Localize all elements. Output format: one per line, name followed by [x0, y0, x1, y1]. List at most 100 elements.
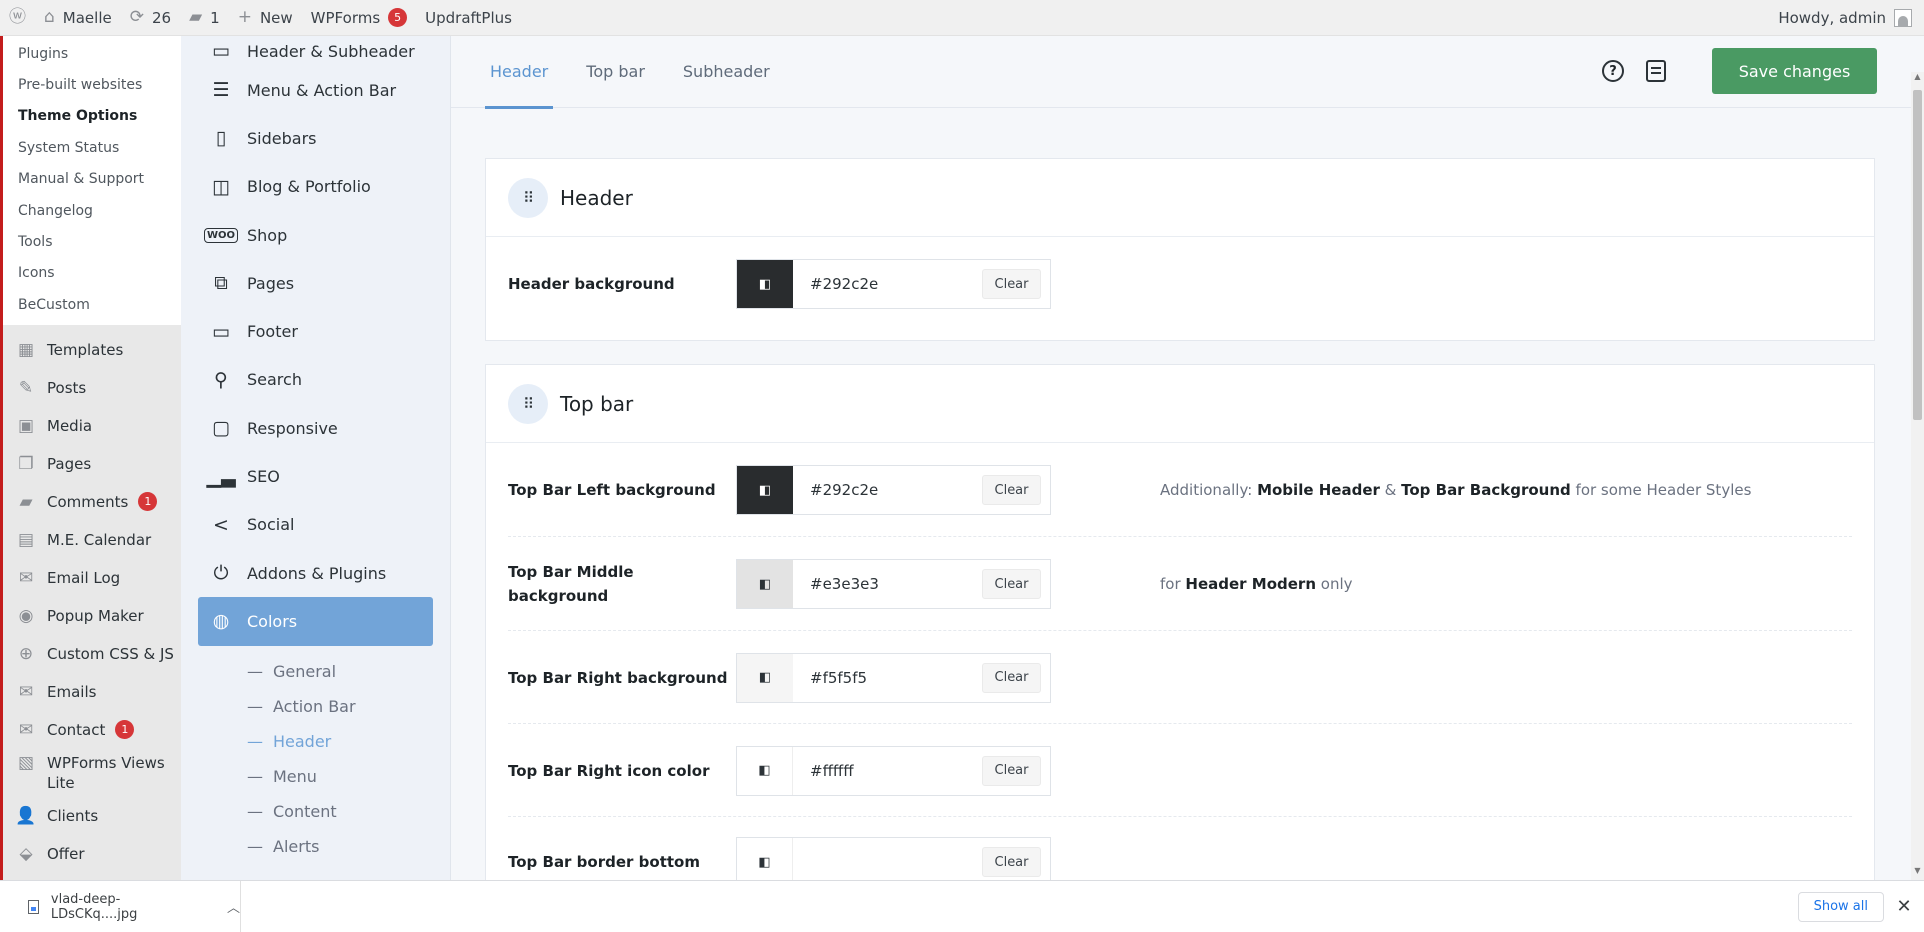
menu-item-email-log[interactable]: ✉ Email Log: [3, 559, 181, 597]
menu-item-popup-maker[interactable]: ◉ Popup Maker: [3, 597, 181, 635]
help-icon[interactable]: ?: [1602, 60, 1624, 82]
wpforms-link[interactable]: WPForms 5: [302, 0, 416, 36]
menu-item-media[interactable]: ▣ Media: [3, 407, 181, 445]
scrollbar-thumb[interactable]: [1913, 90, 1922, 420]
color-swatch[interactable]: ◧: [737, 838, 793, 880]
submenu-item-system-status[interactable]: System Status: [3, 132, 181, 163]
nav-item-pages[interactable]: ⧉ Pages: [181, 259, 450, 307]
nav-item-search[interactable]: ⚲ Search: [181, 356, 450, 404]
color-swatch[interactable]: ◧: [737, 560, 793, 608]
updates-link[interactable]: ⟳ 26: [121, 0, 180, 36]
page-scrollbar[interactable]: ▲ ▼: [1911, 72, 1924, 880]
submenu-item-icons[interactable]: Icons: [3, 258, 181, 289]
envelope-icon: ✉: [18, 719, 34, 740]
submenu-item-becustom[interactable]: BeCustom: [3, 289, 181, 320]
note-bold: Mobile Header: [1257, 481, 1380, 499]
submenu-item-theme-options[interactable]: Theme Options: [3, 101, 181, 132]
menu-item-emails[interactable]: ✉ Emails: [3, 673, 181, 711]
hex-input[interactable]: #292c2e: [793, 275, 982, 293]
menu-item-custom-css-js[interactable]: ⊕ Custom CSS & JS: [3, 635, 181, 673]
hex-input[interactable]: #e3e3e3: [793, 575, 982, 593]
close-icon[interactable]: ✕: [1884, 896, 1924, 917]
menu-item-templates[interactable]: ▦ Templates: [3, 331, 181, 369]
submenu-item-tools[interactable]: Tools: [3, 226, 181, 257]
tab-top-bar[interactable]: Top bar: [581, 36, 650, 108]
menu-item-wpforms-views[interactable]: ▧ WPForms Views Lite: [3, 749, 181, 797]
tab-subheader[interactable]: Subheader: [678, 36, 775, 108]
chevron-up-icon[interactable]: ︿: [227, 897, 240, 916]
nav-item-sidebars[interactable]: ▯ Sidebars: [181, 114, 450, 162]
plus-icon: +: [237, 7, 252, 27]
colors-sub-menu[interactable]: — Menu: [181, 759, 450, 794]
color-swatch[interactable]: ◧: [737, 260, 793, 308]
nav-item-colors[interactable]: ◍ Colors: [198, 597, 433, 646]
row-label-line2: background: [508, 587, 609, 605]
nav-item-header-subheader[interactable]: ▭ Header & Subheader: [181, 36, 450, 66]
nav-item-responsive[interactable]: ▢ Responsive: [181, 404, 450, 452]
nav-item-seo[interactable]: ▁▃ SEO: [181, 452, 450, 500]
color-swatch[interactable]: ◧: [737, 746, 793, 795]
envelope-icon: ✉: [18, 681, 34, 702]
menu-item-posts[interactable]: ✎ Posts: [3, 369, 181, 407]
menu-item-comments[interactable]: ▰ Comments 1: [3, 483, 181, 521]
hex-input[interactable]: #f5f5f5: [793, 669, 982, 687]
clear-button[interactable]: Clear: [982, 847, 1041, 877]
show-all-button[interactable]: Show all: [1797, 891, 1884, 922]
clear-button[interactable]: Clear: [982, 755, 1041, 786]
notes-icon[interactable]: [1646, 60, 1666, 82]
download-bar: vlad-deep-LDsCKq....jpg ︿ Show all ✕: [0, 880, 1924, 932]
color-swatch[interactable]: ◧: [737, 653, 793, 702]
note-text: for some Header Styles: [1570, 481, 1752, 499]
nav-item-shop[interactable]: WOO Shop: [181, 211, 450, 259]
submenu-item-plugins[interactable]: Plugins: [3, 38, 181, 69]
save-changes-button[interactable]: Save changes: [1712, 48, 1877, 94]
colors-sub-action-bar[interactable]: — Action Bar: [181, 689, 450, 724]
menu-item-pages[interactable]: ❐ Pages: [3, 445, 181, 483]
clear-button[interactable]: Clear: [982, 269, 1041, 299]
clear-button[interactable]: Clear: [982, 475, 1041, 505]
menu-item-offer[interactable]: ⬙ Offer: [3, 835, 181, 873]
nav-item-addons-plugins[interactable]: ⏻ Addons & Plugins: [181, 549, 450, 597]
clear-button[interactable]: Clear: [982, 569, 1041, 599]
colors-sub-general[interactable]: — General: [181, 654, 450, 689]
color-picker: ◧ #292c2e Clear: [736, 465, 1051, 515]
submenu-item-changelog[interactable]: Changelog: [3, 195, 181, 226]
user-icon: 👤: [15, 805, 37, 826]
hex-input[interactable]: #292c2e: [793, 481, 982, 499]
colors-sub-header[interactable]: — Header: [181, 724, 450, 759]
download-item[interactable]: vlad-deep-LDsCKq....jpg ︿: [0, 880, 241, 932]
clear-button[interactable]: Clear: [982, 662, 1041, 693]
menu-item-label: Email Log: [47, 568, 121, 587]
submenu-item-manual-support[interactable]: Manual & Support: [3, 164, 181, 195]
colors-sub-content[interactable]: — Content: [181, 794, 450, 829]
nav-item-label: Shop: [247, 225, 288, 245]
tab-header[interactable]: Header: [485, 36, 554, 109]
color-picker: ◧ Clear: [736, 837, 1051, 880]
color-swatch[interactable]: ◧: [737, 466, 793, 514]
menu-item-contact[interactable]: ✉ Contact 1: [3, 711, 181, 749]
wp-logo-button[interactable]: ⓦ: [0, 0, 35, 36]
comments-link[interactable]: ▰ 1: [180, 0, 229, 36]
copy-icon: ⧉: [214, 272, 228, 295]
row-label: Top Bar border bottom: [508, 853, 700, 871]
site-name-link[interactable]: ⌂ Maelle: [35, 0, 121, 36]
scroll-down-arrow-icon[interactable]: ▼: [1911, 866, 1924, 880]
menu-item-me-calendar[interactable]: ▤ M.E. Calendar: [3, 521, 181, 559]
new-content-link[interactable]: + New: [229, 0, 302, 36]
row-label: Top Bar Right background: [508, 668, 728, 687]
nav-item-blog-portfolio[interactable]: ◫ Blog & Portfolio: [181, 163, 450, 211]
menu-item-clients[interactable]: 👤 Clients: [3, 797, 181, 835]
grid-icon: ⠿: [508, 177, 548, 218]
plug-icon: ⏻: [213, 562, 229, 585]
submenu-item-prebuilt-websites[interactable]: Pre-built websites: [3, 69, 181, 100]
colors-sub-alerts[interactable]: — Alerts: [181, 829, 450, 864]
note-bold: Header Modern: [1185, 575, 1317, 593]
row-label: Top Bar Middle background: [508, 560, 736, 608]
nav-item-social[interactable]: < Social: [181, 501, 450, 549]
nav-item-footer[interactable]: ▭ Footer: [181, 307, 450, 355]
updraftplus-link[interactable]: UpdraftPlus: [416, 0, 521, 36]
scroll-up-arrow-icon[interactable]: ▲: [1911, 72, 1924, 86]
nav-item-menu-action-bar[interactable]: ☰ Menu & Action Bar: [181, 66, 450, 114]
hex-input[interactable]: #ffffff: [793, 762, 982, 780]
account-menu[interactable]: Howdy, admin: [1769, 0, 1924, 36]
